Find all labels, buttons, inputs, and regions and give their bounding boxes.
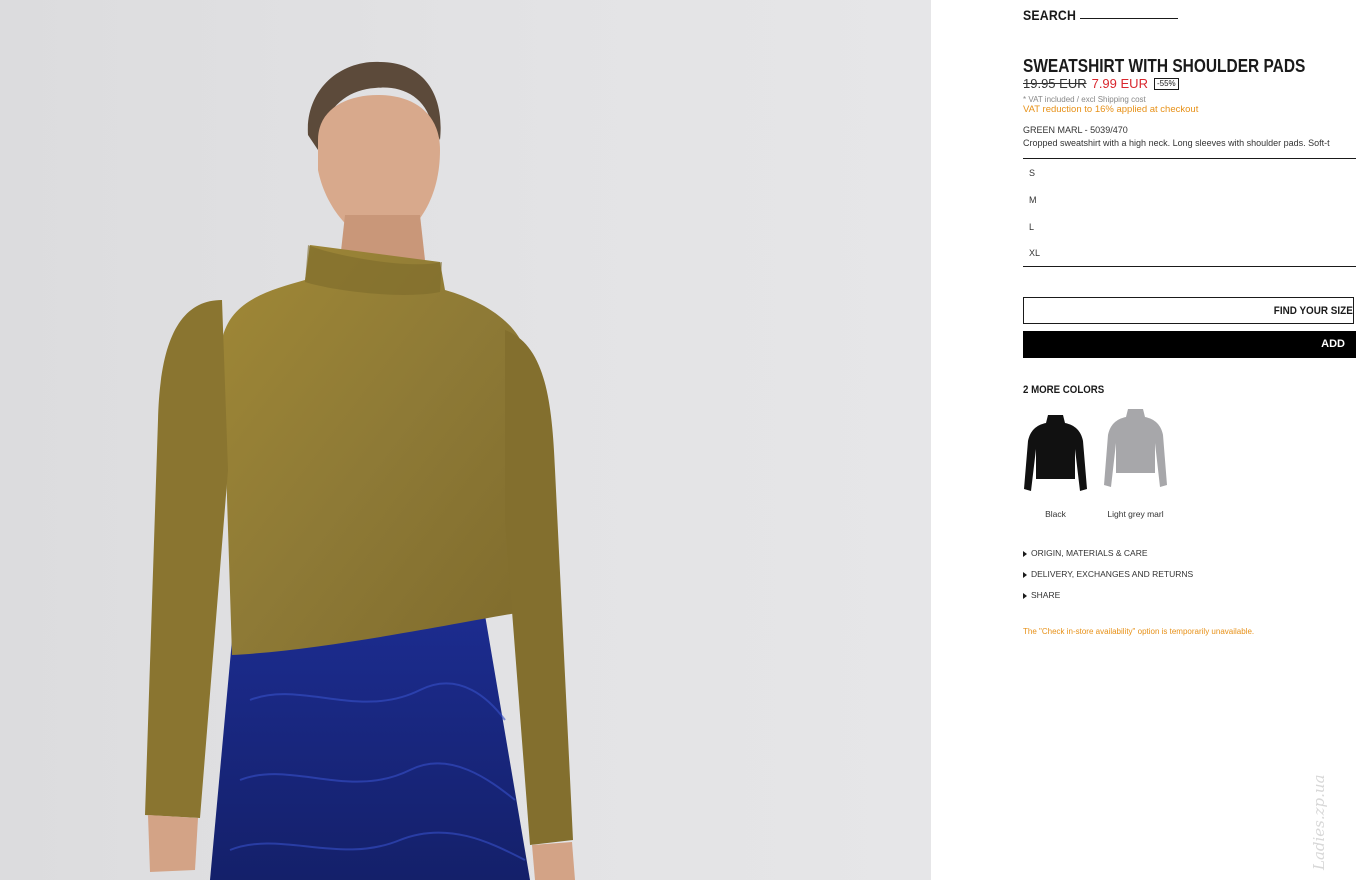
accordion-label: ORIGIN, MATERIALS & CARE: [1031, 548, 1148, 558]
discount-badge: -55%: [1153, 77, 1179, 90]
price-row: 19.95 EUR 7.99 EUR -55%: [1023, 76, 1179, 91]
color-label-black: Black: [1045, 509, 1066, 519]
color-label-light-grey: Light grey marl: [1107, 509, 1164, 519]
site-watermark: Ladies.zp.ua: [1310, 750, 1348, 870]
original-price: 19.95 EUR: [1023, 76, 1087, 91]
accordion-delivery-returns[interactable]: DELIVERY, EXCHANGES AND RETURNS: [1023, 569, 1193, 579]
accordion-share[interactable]: SHARE: [1023, 590, 1060, 600]
product-title: SWEATSHIRT WITH SHOULDER PADS: [1023, 56, 1306, 76]
product-photo[interactable]: [0, 0, 931, 880]
search-label[interactable]: SEARCH: [1023, 7, 1076, 23]
vat-note: * VAT included / excl Shipping cost: [1023, 95, 1146, 104]
product-description: Cropped sweatshirt with a high neck. Lon…: [1023, 138, 1330, 148]
model-illustration: [145, 61, 575, 880]
vat-reduction-note: VAT reduction to 16% applied at checkout: [1023, 104, 1199, 115]
color-swatch-black[interactable]: Black: [1023, 407, 1088, 519]
product-details-panel: SEARCH SWEATSHIRT WITH SHOULDER PADS 19.…: [1023, 0, 1356, 880]
watermark-text: Ladies.zp.ua: [1310, 774, 1328, 870]
grey-sweatshirt-thumbnail: [1104, 409, 1167, 487]
size-list: S M L XL: [1023, 158, 1356, 267]
color-swatch-light-grey[interactable]: Light grey marl: [1103, 407, 1168, 519]
search-bar[interactable]: SEARCH: [1023, 7, 1083, 23]
caret-right-icon: [1023, 571, 1027, 578]
size-option-l[interactable]: L: [1029, 222, 1034, 232]
store-availability-notice: The "Check in-store availability" option…: [1023, 627, 1255, 636]
size-option-s[interactable]: S: [1029, 168, 1035, 178]
more-colors-heading: 2 MORE COLORS: [1023, 384, 1105, 396]
caret-right-icon: [1023, 550, 1027, 557]
find-your-size-label: FIND YOUR SIZE: [1273, 305, 1353, 317]
size-option-m[interactable]: M: [1029, 195, 1037, 205]
black-sweatshirt-thumbnail: [1024, 415, 1087, 491]
search-input-underline[interactable]: [1080, 18, 1178, 19]
accordion-origin-materials-care[interactable]: ORIGIN, MATERIALS & CARE: [1023, 548, 1148, 558]
caret-right-icon: [1023, 592, 1027, 599]
color-reference: GREEN MARL - 5039/470: [1023, 125, 1128, 135]
sale-price: 7.99 EUR: [1091, 76, 1148, 91]
find-your-size-button[interactable]: FIND YOUR SIZE: [1023, 297, 1354, 324]
accordion-label: DELIVERY, EXCHANGES AND RETURNS: [1031, 569, 1194, 579]
add-to-cart-button[interactable]: ADD: [1023, 331, 1356, 358]
size-option-xl[interactable]: XL: [1029, 248, 1040, 258]
accordion-label: SHARE: [1031, 590, 1061, 600]
